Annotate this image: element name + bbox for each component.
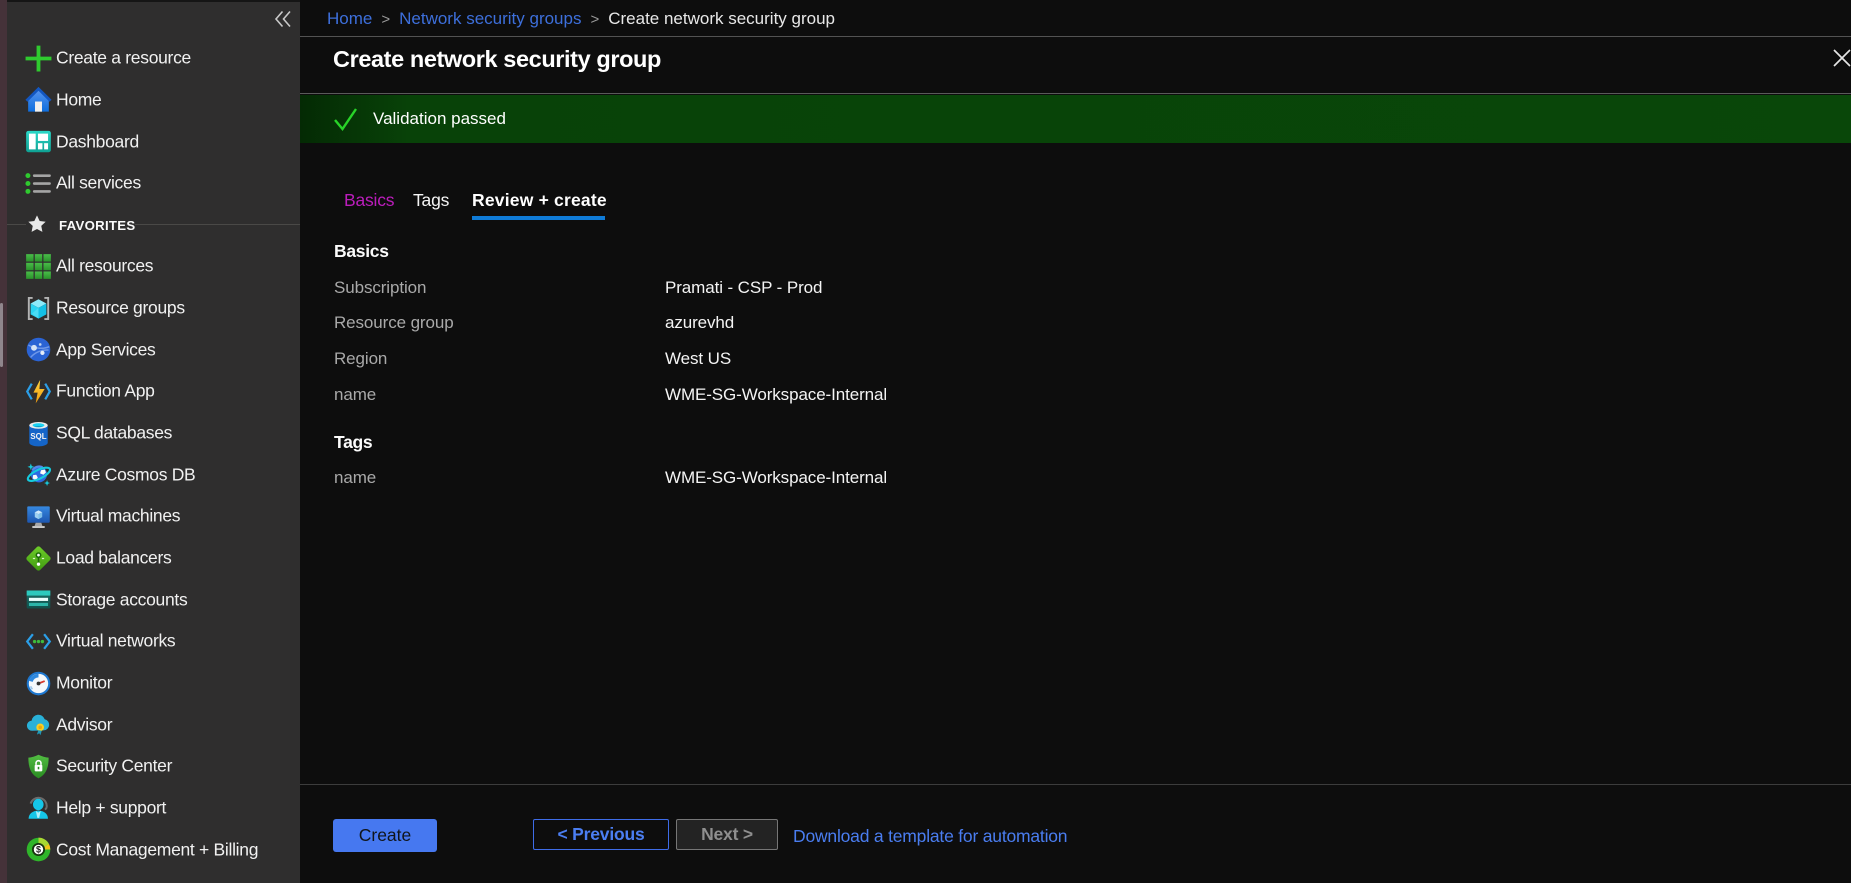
svg-text:$: $ [36,845,41,855]
svg-text:SQL: SQL [30,432,46,441]
